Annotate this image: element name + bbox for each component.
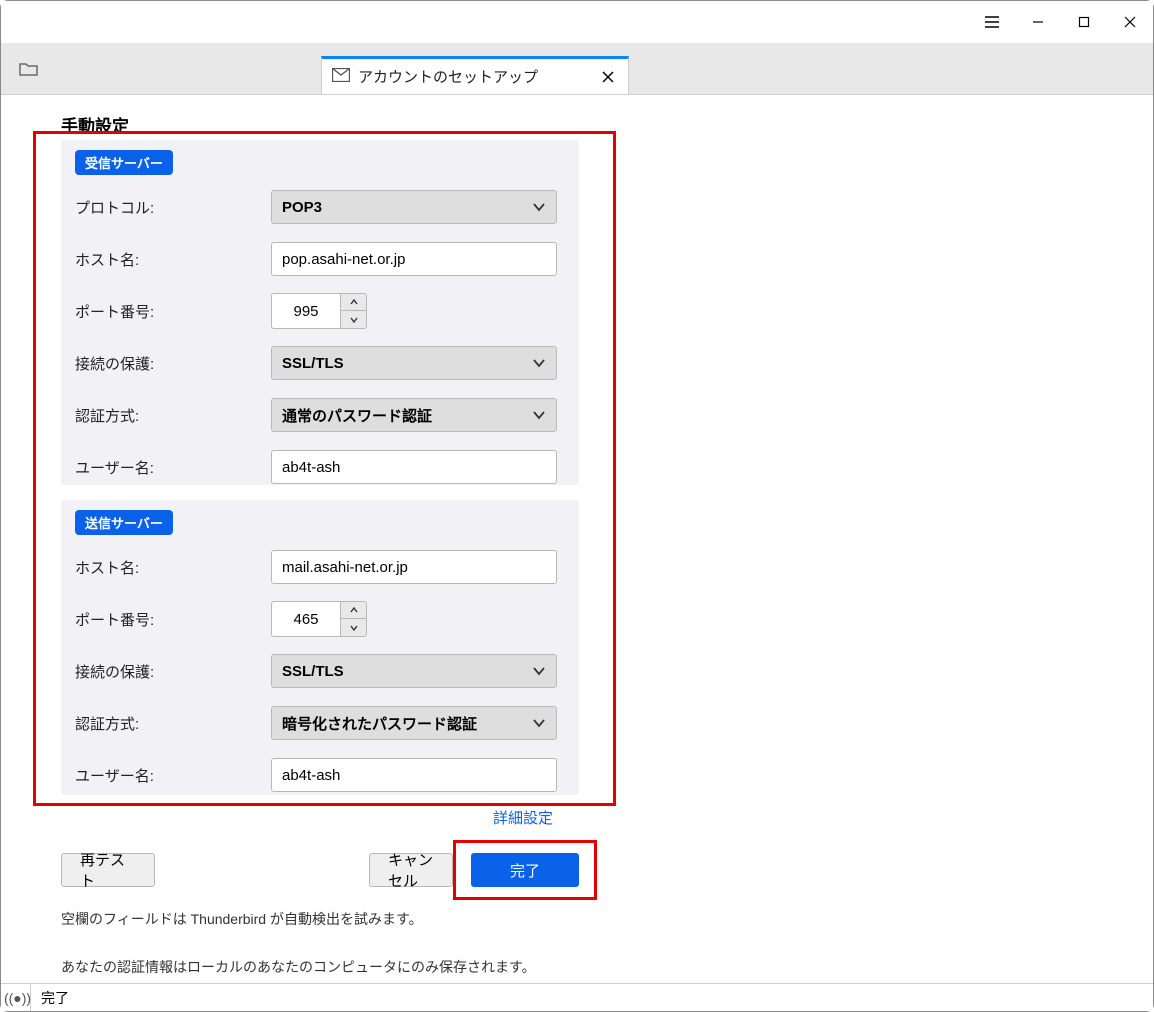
tab-close-button[interactable] — [598, 67, 618, 87]
folder-icon[interactable] — [19, 61, 39, 80]
incoming-port-label: ポート番号: — [75, 301, 271, 322]
outgoing-username-value: ab4t-ash — [282, 767, 340, 784]
outgoing-port-stepper[interactable]: 465 — [271, 601, 367, 637]
status-broadcast-icon[interactable]: ((●)) — [5, 984, 31, 1011]
incoming-security-select[interactable]: SSL/TLS — [271, 346, 557, 380]
outgoing-auth-label: 認証方式: — [75, 713, 271, 734]
outgoing-badge: 送信サーバー — [75, 510, 173, 535]
incoming-hostname-label: ホスト名: — [75, 249, 271, 270]
outgoing-port-label: ポート番号: — [75, 609, 271, 630]
chevron-down-icon — [350, 317, 358, 323]
button-row: 再テスト キャンセル 完了 — [61, 853, 579, 887]
chevron-down-icon — [532, 408, 546, 422]
done-button[interactable]: 完了 — [471, 853, 579, 887]
outgoing-auth-select[interactable]: 暗号化されたパスワード認証 — [271, 706, 557, 740]
tab-account-setup[interactable]: アカウントのセットアップ — [321, 56, 629, 94]
content-area: 手動設定 受信サーバー プロトコル: POP3 ホスト名: pop.asahi-… — [1, 95, 1153, 983]
incoming-hostname-input[interactable]: pop.asahi-net.or.jp — [271, 242, 557, 276]
incoming-protocol-label: プロトコル: — [75, 197, 271, 218]
manual-config-heading: 手動設定 — [61, 112, 129, 137]
outgoing-username-input[interactable]: ab4t-ash — [271, 758, 557, 792]
window-titlebar — [1, 1, 1153, 43]
incoming-auth-label: 認証方式: — [75, 405, 271, 426]
incoming-port-stepper[interactable]: 995 — [271, 293, 367, 329]
maximize-button[interactable] — [1061, 1, 1107, 43]
chevron-up-icon — [350, 607, 358, 613]
outgoing-server-panel: 送信サーバー ホスト名: mail.asahi-net.or.jp ポート番号:… — [61, 500, 579, 795]
incoming-port-value: 995 — [272, 303, 340, 320]
minimize-button[interactable] — [1015, 1, 1061, 43]
outgoing-port-up[interactable] — [341, 602, 366, 619]
incoming-auth-select[interactable]: 通常のパスワード認証 — [271, 398, 557, 432]
incoming-hostname-value: pop.asahi-net.or.jp — [282, 251, 405, 268]
outgoing-auth-value: 暗号化されたパスワード認証 — [282, 713, 477, 734]
chevron-down-icon — [350, 625, 358, 631]
outgoing-security-label: 接続の保護: — [75, 661, 271, 682]
chevron-up-icon — [350, 299, 358, 305]
outgoing-username-label: ユーザー名: — [75, 765, 271, 786]
incoming-username-value: ab4t-ash — [282, 459, 340, 476]
advanced-settings-link[interactable]: 詳細設定 — [493, 807, 553, 828]
tab-strip: アカウントのセットアップ — [1, 43, 1153, 95]
note-autodetect: 空欄のフィールドは Thunderbird が自動検出を試みます。 — [61, 909, 423, 929]
incoming-port-up[interactable] — [341, 294, 366, 311]
chevron-down-icon — [532, 200, 546, 214]
chevron-down-icon — [532, 664, 546, 678]
incoming-auth-value: 通常のパスワード認証 — [282, 405, 432, 426]
chevron-down-icon — [532, 356, 546, 370]
retest-button[interactable]: 再テスト — [61, 853, 155, 887]
chevron-down-icon — [532, 716, 546, 730]
incoming-protocol-select[interactable]: POP3 — [271, 190, 557, 224]
outgoing-security-value: SSL/TLS — [282, 663, 344, 680]
outgoing-port-down[interactable] — [341, 619, 366, 636]
note-credentials: あなたの認証情報はローカルのあなたのコンピュータにのみ保存されます。 — [61, 957, 536, 977]
incoming-port-down[interactable] — [341, 311, 366, 328]
incoming-username-label: ユーザー名: — [75, 457, 271, 478]
tab-title: アカウントのセットアップ — [358, 66, 590, 87]
incoming-server-panel: 受信サーバー プロトコル: POP3 ホスト名: pop.asahi-net.o… — [61, 140, 579, 485]
status-text: 完了 — [41, 988, 69, 1008]
outgoing-hostname-label: ホスト名: — [75, 557, 271, 578]
status-bar: ((●)) 完了 — [1, 983, 1153, 1011]
close-button[interactable] — [1107, 1, 1153, 43]
incoming-security-value: SSL/TLS — [282, 355, 344, 372]
incoming-badge: 受信サーバー — [75, 150, 173, 175]
mail-setup-icon — [332, 68, 350, 85]
app-menu-button[interactable] — [969, 1, 1015, 43]
outgoing-hostname-value: mail.asahi-net.or.jp — [282, 559, 408, 576]
incoming-username-input[interactable]: ab4t-ash — [271, 450, 557, 484]
outgoing-port-value: 465 — [272, 611, 340, 628]
outgoing-hostname-input[interactable]: mail.asahi-net.or.jp — [271, 550, 557, 584]
incoming-security-label: 接続の保護: — [75, 353, 271, 374]
cancel-button[interactable]: キャンセル — [369, 853, 453, 887]
outgoing-security-select[interactable]: SSL/TLS — [271, 654, 557, 688]
incoming-protocol-value: POP3 — [282, 199, 322, 216]
